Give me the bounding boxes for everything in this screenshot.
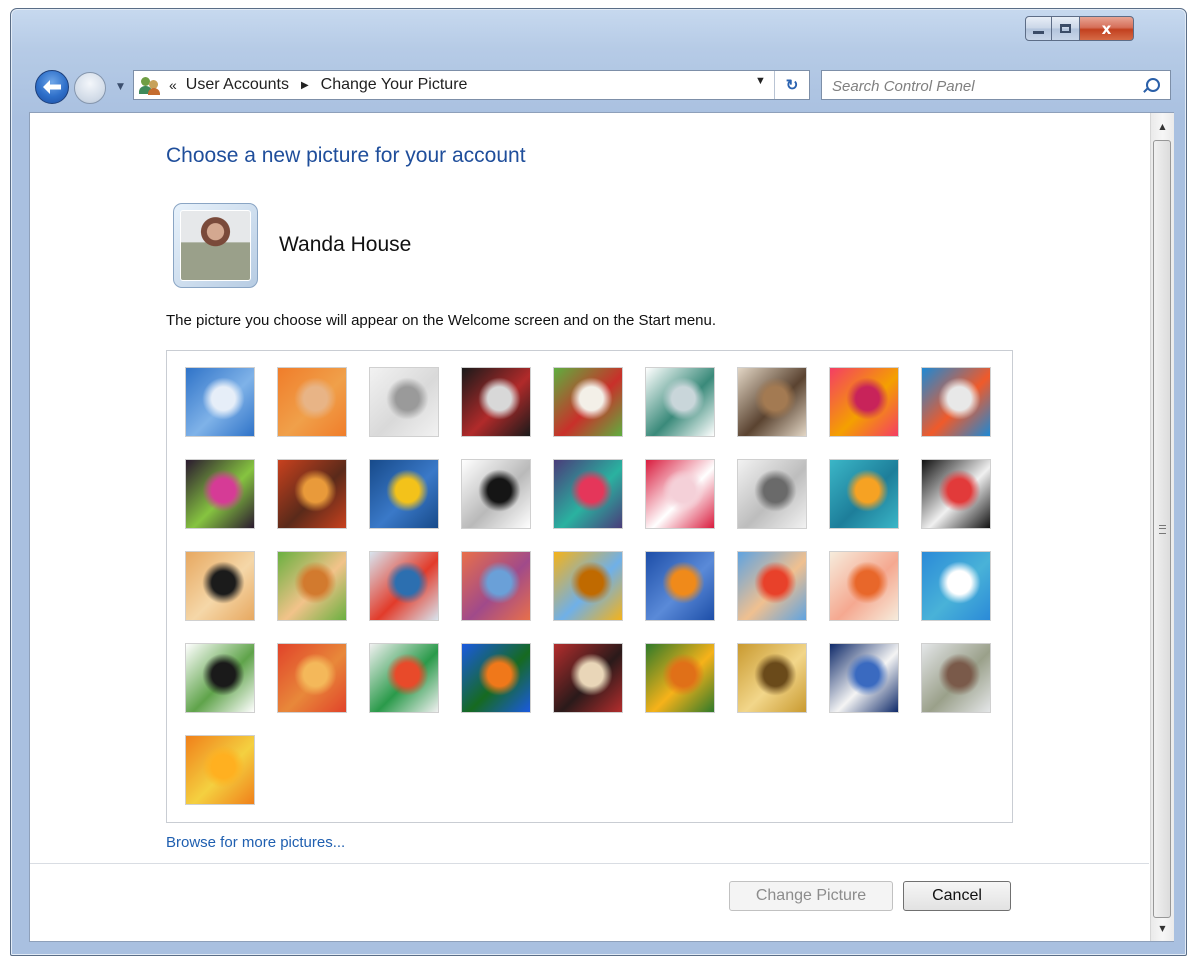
scroll-down-icon[interactable]: ▼ [1151, 917, 1174, 939]
current-account-picture [173, 203, 258, 288]
user-photo-image [180, 210, 251, 281]
picture-gyroscope[interactable] [645, 367, 715, 437]
picture-spiral[interactable] [737, 643, 807, 713]
picture-stairs[interactable] [829, 459, 899, 529]
refresh-icon: ↻ [785, 77, 799, 94]
maximize-button[interactable] [1052, 16, 1080, 41]
picture-user-photo[interactable] [921, 643, 991, 713]
picture-scarves[interactable] [461, 551, 531, 621]
picture-lucky-cat[interactable] [553, 367, 623, 437]
breadcrumb-user-accounts[interactable]: User Accounts [186, 76, 289, 94]
picture-pinwheel[interactable] [921, 367, 991, 437]
picture-paper-star[interactable] [645, 459, 715, 529]
picture-flower[interactable] [829, 367, 899, 437]
picture-butterfly[interactable] [645, 643, 715, 713]
picture-fabric-stack[interactable] [277, 459, 347, 529]
grip-icon [1158, 524, 1166, 534]
picture-kilim[interactable] [553, 643, 623, 713]
picture-roller-coaster[interactable] [185, 367, 255, 437]
minimize-button[interactable] [1025, 16, 1052, 41]
scroll-thumb[interactable] [1153, 140, 1171, 918]
picture-sunflower[interactable] [553, 551, 623, 621]
user-accounts-icon [139, 74, 161, 96]
picture-guitar[interactable] [185, 551, 255, 621]
overflow-chevron[interactable]: « [169, 77, 177, 93]
address-dropdown-icon[interactable]: ▼ [755, 75, 766, 87]
search-icon[interactable] [1146, 78, 1160, 92]
picture-fish[interactable] [645, 551, 715, 621]
picture-jacks[interactable] [737, 459, 807, 529]
breadcrumb-arrow-icon[interactable]: ▶ [301, 80, 309, 91]
picture-robot-dog[interactable] [369, 367, 439, 437]
address-bar[interactable]: « User Accounts ▶ Change Your Picture ▼ … [133, 70, 810, 100]
picture-pomeranian[interactable] [277, 551, 347, 621]
picture-marbles[interactable] [369, 643, 439, 713]
picture-origami-crane[interactable] [921, 459, 991, 529]
back-button[interactable] [35, 70, 69, 104]
vertical-scrollbar[interactable]: ▲ ▼ [1150, 113, 1174, 941]
picture-window[interactable] [461, 643, 531, 713]
picture-starfish[interactable] [277, 367, 347, 437]
picture-crayons[interactable] [553, 459, 623, 529]
maximize-icon [1060, 24, 1071, 33]
picture-kitten[interactable] [737, 367, 807, 437]
forward-button[interactable] [74, 72, 106, 104]
refresh-button[interactable]: ↻ [774, 71, 809, 99]
close-button[interactable]: x [1080, 16, 1134, 41]
picture-leaf[interactable] [369, 459, 439, 529]
picture-soccer-ball[interactable] [185, 643, 255, 713]
search-input[interactable] [822, 71, 1134, 101]
picture-lighthouse[interactable] [829, 643, 899, 713]
search-box[interactable] [821, 70, 1171, 101]
close-icon: x [1101, 19, 1112, 38]
minimize-icon [1033, 31, 1044, 34]
browse-more-pictures-link[interactable]: Browse for more pictures... [166, 834, 345, 851]
picture-toy-robot[interactable] [369, 551, 439, 621]
recent-pages-dropdown[interactable]: ▼ [117, 82, 124, 92]
picture-grid [166, 350, 1013, 823]
picture-doll[interactable] [829, 551, 899, 621]
breadcrumb-change-your-picture[interactable]: Change Your Picture [321, 76, 468, 94]
picture-textile[interactable] [277, 643, 347, 713]
cancel-button[interactable]: Cancel [903, 881, 1011, 911]
footer-divider [30, 863, 1149, 864]
back-arrow-icon [43, 80, 61, 94]
picture-sailboat[interactable] [921, 551, 991, 621]
picture-ball[interactable] [185, 459, 255, 529]
picture-gerbera[interactable] [185, 735, 255, 805]
picture-note: The picture you choose will appear on th… [166, 312, 717, 329]
picture-hot-air-balloon[interactable] [737, 551, 807, 621]
picture-record-player[interactable] [461, 367, 531, 437]
page-title: Choose a new picture for your account [166, 144, 526, 167]
caption-buttons: x [1025, 16, 1134, 43]
scroll-up-icon[interactable]: ▲ [1151, 115, 1174, 137]
user-name: Wanda House [279, 233, 412, 256]
change-picture-button[interactable]: Change Picture [729, 881, 893, 911]
picture-border-collie[interactable] [461, 459, 531, 529]
